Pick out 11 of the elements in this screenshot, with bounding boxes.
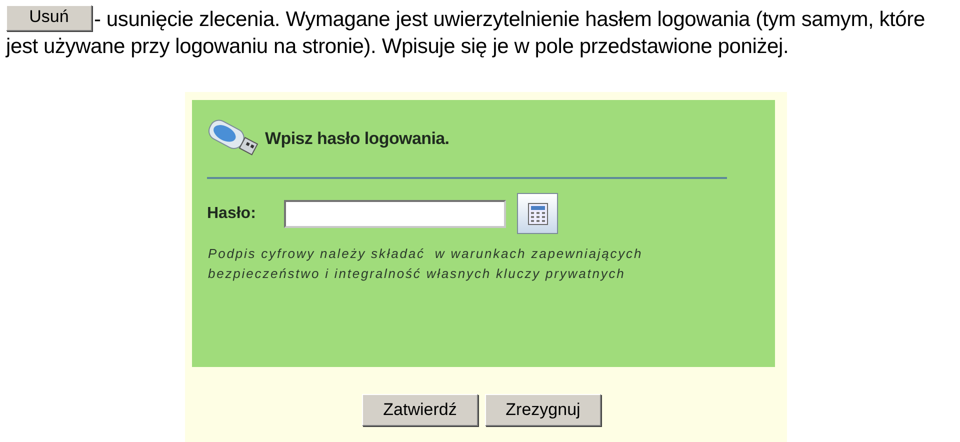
calculator-button[interactable] bbox=[517, 193, 558, 234]
calculator-icon bbox=[528, 202, 548, 224]
password-field[interactable] bbox=[284, 200, 506, 228]
confirm-button[interactable]: Zatwierdź bbox=[362, 394, 478, 426]
password-label: Hasło: bbox=[207, 204, 257, 222]
security-note: Podpis cyfrowy należy składać w warunkach zapewniających bezpieczeństwo i integralność własnych kluczy prywatnych bbox=[208, 245, 644, 283]
delete-button[interactable]: Usuń bbox=[6, 5, 92, 31]
intro-text: jest używane przy logowaniu na stronie). Wpisuje się je w pole przedstawione poniżej. bbox=[6, 34, 789, 60]
cancel-button[interactable]: Zrezygnuj bbox=[485, 394, 601, 426]
intro-text: - usunięcie zlecenia. Wymagane jest uwierzytelnienie hasłem logowania (tym samym, które bbox=[94, 7, 925, 33]
dialog-heading: Wpisz hasło logowania. bbox=[265, 129, 450, 149]
